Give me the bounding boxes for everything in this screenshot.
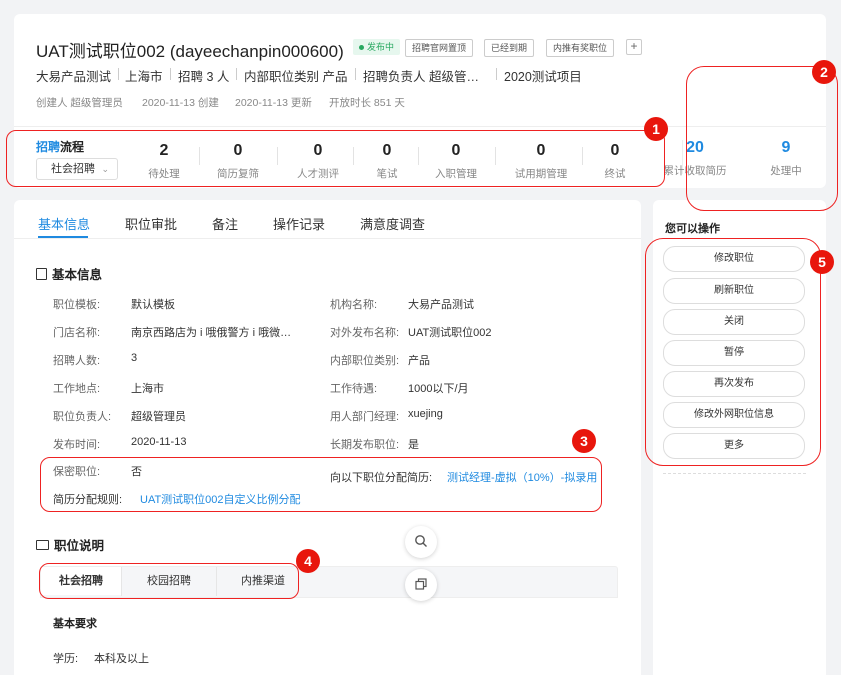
field-value: 是 xyxy=(408,439,419,451)
tab-notes[interactable]: 备注 xyxy=(212,214,238,233)
field-value: 2020-11-13 xyxy=(131,436,187,448)
basic-info-heading: 基本信息 xyxy=(52,268,103,282)
created-date: 2020-11-13 创建 xyxy=(142,97,219,109)
field-label: 发布时间: xyxy=(53,439,101,451)
copy-icon xyxy=(415,578,427,590)
field-label: 招聘人数: xyxy=(53,355,101,367)
field-label: 长期发布职位: xyxy=(330,439,400,451)
meta-city: 上海市 xyxy=(125,70,163,84)
search-icon xyxy=(415,535,427,547)
tabs-divider xyxy=(14,238,641,239)
meta-headcount: 招聘 3 人 xyxy=(178,70,230,84)
meta-category: 内部职位类别 产品 xyxy=(244,70,348,84)
field-value: 大易产品测试 xyxy=(408,299,474,311)
meta-owner: 招聘负责人 超级管… xyxy=(363,70,479,84)
actions-dashed-divider xyxy=(663,473,806,474)
annotation-badge-2: 2 xyxy=(812,60,836,84)
meta-org: 大易产品测试 xyxy=(36,70,112,84)
annotation-badge-1: 1 xyxy=(644,117,668,141)
field-value: 产品 xyxy=(408,355,430,367)
annotation-box-4 xyxy=(39,563,299,599)
updated-date: 2020-11-13 更新 xyxy=(235,97,312,109)
job-detail-card xyxy=(14,200,641,675)
tag-referral: 内推有奖职位 xyxy=(546,39,615,57)
field-value: 超级管理员 xyxy=(131,411,186,423)
field-label: 职位模板: xyxy=(53,299,101,311)
meta-divider xyxy=(355,68,356,80)
requirements-heading: 基本要求 xyxy=(53,618,97,630)
annotation-box-1 xyxy=(6,130,665,187)
tab-approval[interactable]: 职位审批 xyxy=(125,214,177,233)
actions-heading: 您可以操作 xyxy=(665,223,720,235)
add-tag-button[interactable]: + xyxy=(626,39,642,55)
field-label: 职位负责人: xyxy=(53,411,112,423)
annotation-badge-4: 4 xyxy=(296,549,320,573)
job-desc-heading: 职位说明 xyxy=(54,539,105,553)
annotation-box-3 xyxy=(40,457,602,512)
tab-operation-log[interactable]: 操作记录 xyxy=(273,214,325,233)
status-badge: 发布中 xyxy=(353,39,401,55)
field-label: 内部职位类别: xyxy=(330,355,400,367)
field-label: 用人部门经理: xyxy=(330,411,400,423)
tag-top: 招聘官网置顶 xyxy=(405,39,474,57)
creator: 创建人 超级管理员 xyxy=(36,97,123,109)
field-value: 上海市 xyxy=(131,383,164,395)
education-label: 学历: xyxy=(53,653,79,665)
basic-info-section: 基本信息 xyxy=(36,264,102,283)
briefcase-icon xyxy=(36,540,49,550)
meta-divider xyxy=(236,68,237,80)
field-label: 机构名称: xyxy=(330,299,378,311)
status-text: 发布中 xyxy=(367,42,395,52)
field-label: 对外发布名称: xyxy=(330,327,400,339)
annotation-badge-5: 5 xyxy=(810,250,834,274)
tag-expired: 已经到期 xyxy=(484,39,535,57)
meta-divider xyxy=(496,68,497,80)
copy-fab[interactable] xyxy=(405,569,437,601)
field-value: 默认模板 xyxy=(131,299,175,311)
field-value: 南京西路店为 i 哦俄警方 i 哦微… xyxy=(131,327,292,339)
job-desc-section: 职位说明 xyxy=(36,535,104,554)
search-fab[interactable] xyxy=(405,526,437,558)
open-duration: 开放时长 851 天 xyxy=(329,97,405,109)
field-value: 3 xyxy=(131,352,138,364)
meta-divider xyxy=(118,68,119,80)
field-label: 工作待遇: xyxy=(330,383,378,395)
annotation-box-2 xyxy=(686,66,838,211)
status-dot-icon xyxy=(359,45,364,51)
annotation-box-5 xyxy=(645,238,821,466)
annotation-badge-3: 3 xyxy=(572,429,596,453)
tab-satisfaction-survey[interactable]: 满意度调查 xyxy=(360,214,425,233)
field-value: xuejing xyxy=(408,408,443,420)
tab-basic-info[interactable]: 基本信息 xyxy=(38,214,90,233)
meta-project: 2020测试项目 xyxy=(504,70,582,84)
field-label: 工作地点: xyxy=(53,383,101,395)
field-label: 门店名称: xyxy=(53,327,101,339)
job-title: UAT测试职位002 (dayeechanpin000600) xyxy=(36,42,344,61)
field-value: UAT测试职位002 xyxy=(408,327,492,339)
document-icon xyxy=(36,268,47,280)
education-value: 本科及以上 xyxy=(94,653,149,665)
field-value: 1000以下/月 xyxy=(408,383,469,395)
meta-divider xyxy=(170,68,171,80)
